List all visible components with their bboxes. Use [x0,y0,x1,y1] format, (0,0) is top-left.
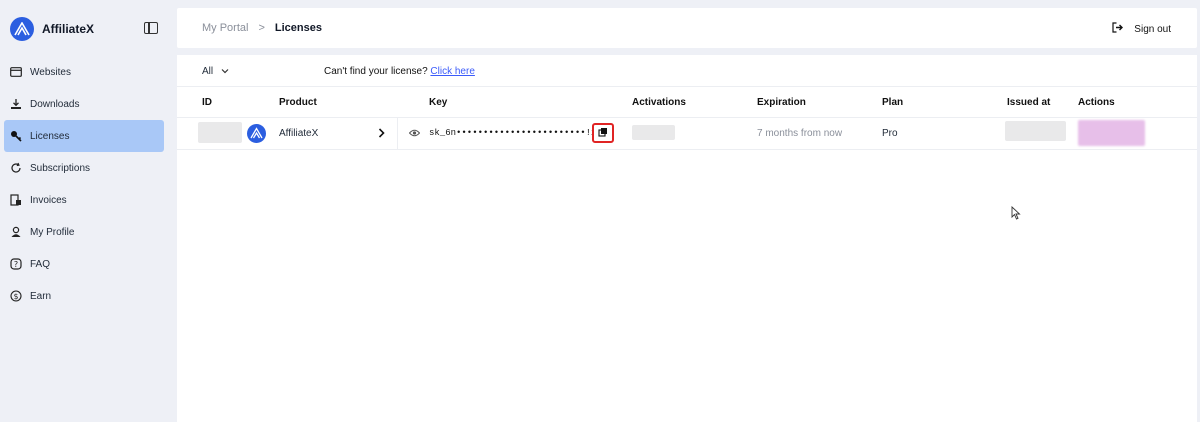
activations-redacted [632,125,675,140]
sidebar-item-label: My Profile [30,226,75,238]
window-icon [10,66,22,78]
breadcrumb-separator: > [258,22,265,34]
dollar-icon: $ [10,290,22,302]
breadcrumb: My Portal > Licenses [202,22,322,34]
svg-text:$: $ [14,292,19,301]
sign-out-button[interactable]: Sign out [1112,22,1171,36]
divider [177,86,1197,87]
divider [177,149,1197,150]
column-header-id: ID [202,97,212,108]
brand-name: AffiliateX [42,22,95,36]
sidebar-item-downloads[interactable]: Downloads [4,88,164,120]
license-key: sk_6n••••••••••••••••••••••••!21s [429,128,608,138]
page-title: Licenses [274,22,322,34]
refresh-icon [10,162,22,174]
column-header-plan: Plan [882,97,904,108]
column-header-product: Product [279,97,317,108]
column-header-actions: Actions [1078,97,1115,108]
issued-at-redacted [1005,121,1066,141]
expand-row-icon[interactable] [378,117,385,149]
column-header-expiration: Expiration [757,97,806,108]
actions-redacted[interactable] [1078,120,1145,146]
license-id-redacted [198,122,242,143]
sidebar: AffiliateX Websites Downloads Licenses S… [0,0,170,422]
sign-out-label: Sign out [1134,23,1171,35]
copy-key-button[interactable] [592,123,614,143]
sidebar-item-earn[interactable]: $ Earn [4,280,164,312]
breadcrumb-parent[interactable]: My Portal [202,22,248,34]
sidebar-toggle-icon[interactable] [144,22,158,34]
expiration-value: 7 months from now [757,127,843,139]
help-text: Can't find your license? [324,66,428,77]
column-header-activations: Activations [632,97,686,108]
download-icon [10,98,22,110]
brand-logo-icon [10,17,34,41]
filter-select[interactable]: All [202,66,229,77]
column-header-key: Key [429,97,448,108]
sidebar-item-licenses[interactable]: Licenses [4,120,164,152]
column-divider [397,117,398,149]
product-logo-icon [247,117,266,149]
plan-value: Pro [882,127,898,139]
user-icon [10,226,22,238]
chevron-down-icon [221,66,229,77]
product-name: AffiliateX [279,127,319,139]
sidebar-item-label: Earn [30,290,52,302]
logout-icon [1112,22,1124,36]
licenses-panel: All Can't find your license? Click here … [177,55,1197,422]
reveal-key-eye-icon[interactable] [409,117,420,149]
sidebar-item-label: FAQ [30,258,51,270]
brand[interactable]: AffiliateX [10,16,94,42]
sidebar-item-label: Invoices [30,194,67,206]
top-bar: My Portal > Licenses Sign out [177,8,1197,48]
filter-value: All [202,66,214,77]
sidebar-item-my-profile[interactable]: My Profile [4,216,164,248]
key-icon [10,130,22,142]
table-row[interactable]: AffiliateX sk_6n••••••••••••••••••••••••… [177,117,1197,149]
license-help-text: Can't find your license? Click here [324,66,475,77]
sidebar-item-label: Subscriptions [30,162,91,174]
sidebar-item-faq[interactable]: ? FAQ [4,248,164,280]
sidebar-item-websites[interactable]: Websites [4,56,164,88]
sidebar-item-label: Licenses [30,130,70,142]
column-header-issued-at: Issued at [1007,97,1051,108]
sidebar-item-invoices[interactable]: Invoices [4,184,164,216]
copy-icon [598,127,608,139]
mouse-cursor-icon [1011,205,1021,223]
svg-text:?: ? [14,260,18,269]
sidebar-item-label: Websites [30,66,71,78]
sidebar-item-label: Downloads [30,98,80,110]
click-here-link[interactable]: Click here [430,66,474,77]
sidebar-nav: Websites Downloads Licenses Subscription… [4,56,164,312]
invoice-icon [10,194,22,206]
question-icon: ? [10,258,22,270]
sidebar-item-subscriptions[interactable]: Subscriptions [4,152,164,184]
